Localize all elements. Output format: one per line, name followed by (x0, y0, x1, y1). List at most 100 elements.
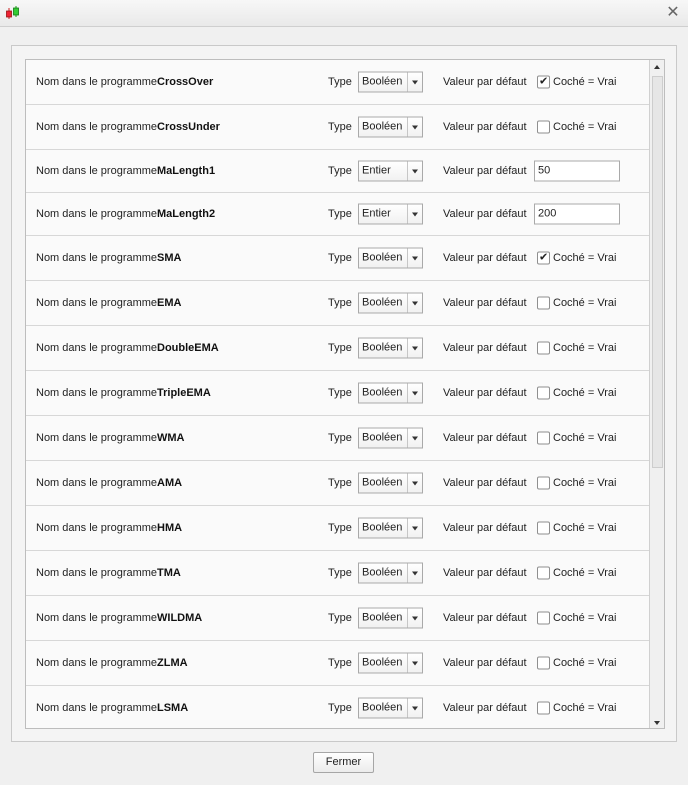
type-label: Type (328, 701, 352, 714)
name-in-program-label: Nom dans le programme (36, 165, 158, 177)
name-in-program-label: Nom dans le programme (36, 252, 158, 264)
variable-row-doubleema: Nom dans le programme DoubleEMA Type Boolée… (26, 326, 650, 371)
variable-name: TripleEMA (157, 387, 211, 399)
chevron-down-icon[interactable] (407, 698, 422, 717)
variables-list: Nom dans le programme CrossOver Type Boolée… (25, 59, 665, 729)
name-in-program-label: Nom dans le programme (36, 432, 158, 444)
chevron-down-icon[interactable] (407, 608, 422, 628)
default-value-checkbox[interactable] (537, 296, 550, 310)
chevron-down-icon[interactable] (407, 518, 422, 538)
chevron-down-icon[interactable] (407, 72, 422, 92)
type-select[interactable]: Booléen (358, 607, 423, 629)
type-select[interactable]: Booléen (358, 472, 423, 494)
variable-row-ema: Nom dans le programme EMA Type Booléen Valeu… (26, 281, 650, 326)
chevron-down-icon[interactable] (407, 563, 422, 583)
default-value-label: Valeur par défaut (443, 657, 527, 669)
default-value-checkbox[interactable] (537, 386, 550, 400)
default-value-checkbox[interactable] (537, 476, 550, 490)
type-select[interactable]: Booléen (358, 292, 423, 314)
type-label: Type (328, 567, 352, 579)
chevron-down-icon[interactable] (407, 293, 422, 313)
type-select[interactable]: Booléen (358, 697, 423, 718)
default-value-label: Valeur par défaut (443, 387, 527, 399)
type-label: Type (328, 342, 352, 354)
default-value-checkbox[interactable] (537, 701, 550, 714)
variable-row-zlma: Nom dans le programme ZLMA Type Booléen Vale… (26, 641, 650, 686)
chevron-down-icon[interactable] (407, 204, 422, 224)
chevron-down-icon[interactable] (407, 117, 422, 137)
type-select-value: Booléen (362, 431, 403, 444)
type-select[interactable]: Booléen (358, 247, 423, 269)
type-select-value: Entier (362, 164, 391, 177)
type-select-value: Entier (362, 207, 391, 220)
variable-row-malength2: Nom dans le programme MaLength2 Type Entier… (26, 193, 650, 236)
type-select[interactable]: Booléen (358, 337, 423, 359)
type-select[interactable]: Booléen (358, 71, 423, 93)
checkbox-label: Coché = Vrai (553, 522, 617, 534)
default-value-checkbox[interactable] (537, 521, 550, 535)
checkbox-label: Coché = Vrai (553, 477, 617, 489)
type-label: Type (328, 657, 352, 669)
type-select[interactable]: Booléen (358, 382, 423, 404)
default-value-input[interactable]: 50 (534, 160, 620, 182)
default-value-checkbox[interactable] (537, 611, 550, 625)
type-select[interactable]: Booléen (358, 562, 423, 584)
content-panel: Nom dans le programme CrossOver Type Boolée… (11, 45, 677, 742)
scroll-down-arrow-icon[interactable] (650, 716, 664, 728)
type-select-value: Booléen (362, 476, 403, 489)
close-icon[interactable]: ✕ (664, 4, 682, 22)
type-select[interactable]: Booléen (358, 427, 423, 449)
type-select[interactable]: Booléen (358, 652, 423, 674)
default-value-checkbox[interactable] (537, 656, 550, 670)
variable-name: MaLength1 (157, 165, 216, 177)
default-value-label: Valeur par défaut (443, 121, 527, 133)
default-value-label: Valeur par défaut (443, 252, 527, 264)
checkbox-label: Coché = Vrai (553, 387, 617, 399)
default-value-checkbox[interactable] (537, 566, 550, 580)
scroll-thumb[interactable] (652, 76, 663, 468)
type-select[interactable]: Booléen (358, 116, 423, 138)
chevron-down-icon[interactable] (407, 161, 422, 181)
vertical-scrollbar[interactable] (649, 60, 664, 728)
name-in-program-label: Nom dans le programme (36, 477, 158, 489)
type-select-value: Booléen (362, 341, 403, 354)
variable-row-sma: Nom dans le programme SMA Type Booléen Valeu… (26, 236, 650, 281)
scroll-up-arrow-icon[interactable] (650, 60, 664, 74)
chevron-down-icon[interactable] (407, 473, 422, 493)
default-value-label: Valeur par défaut (443, 297, 527, 309)
type-select[interactable]: Booléen (358, 517, 423, 539)
checkbox-label: Coché = Vrai (553, 432, 617, 444)
chevron-down-icon[interactable] (407, 653, 422, 673)
type-select-value: Booléen (362, 120, 403, 133)
name-in-program-label: Nom dans le programme (36, 701, 158, 714)
type-select[interactable]: Entier (358, 203, 423, 225)
default-value-checkbox[interactable] (537, 251, 550, 265)
default-value-label: Valeur par défaut (443, 208, 527, 220)
type-label: Type (328, 121, 352, 133)
type-select-value: Booléen (362, 701, 403, 713)
default-value-checkbox[interactable] (537, 120, 550, 134)
variable-name: EMA (157, 297, 182, 309)
chevron-down-icon[interactable] (407, 248, 422, 268)
chevron-down-icon[interactable] (407, 428, 422, 448)
default-value-checkbox[interactable] (537, 431, 550, 445)
type-label: Type (328, 612, 352, 624)
default-value-input[interactable]: 200 (534, 203, 620, 225)
name-in-program-label: Nom dans le programme (36, 612, 158, 624)
variable-name: LSMA (157, 701, 189, 714)
variable-row-tma: Nom dans le programme TMA Type Booléen Valeu… (26, 551, 650, 596)
close-button[interactable]: Fermer (313, 752, 374, 773)
variable-row-hma: Nom dans le programme HMA Type Booléen Valeu… (26, 506, 650, 551)
checkbox-label: Coché = Vrai (553, 342, 617, 354)
checkbox-label: Coché = Vrai (553, 297, 617, 309)
type-select[interactable]: Entier (358, 160, 423, 182)
type-select-value: Booléen (362, 566, 403, 579)
chevron-down-icon[interactable] (407, 338, 422, 358)
variable-name: DoubleEMA (157, 342, 219, 354)
variable-row-wildma: Nom dans le programme WILDMA Type Booléen Va… (26, 596, 650, 641)
default-value-checkbox[interactable] (537, 75, 550, 89)
chevron-down-icon[interactable] (407, 383, 422, 403)
default-value-checkbox[interactable] (537, 341, 550, 355)
title-bar: ✕ (0, 0, 688, 27)
type-label: Type (328, 477, 352, 489)
